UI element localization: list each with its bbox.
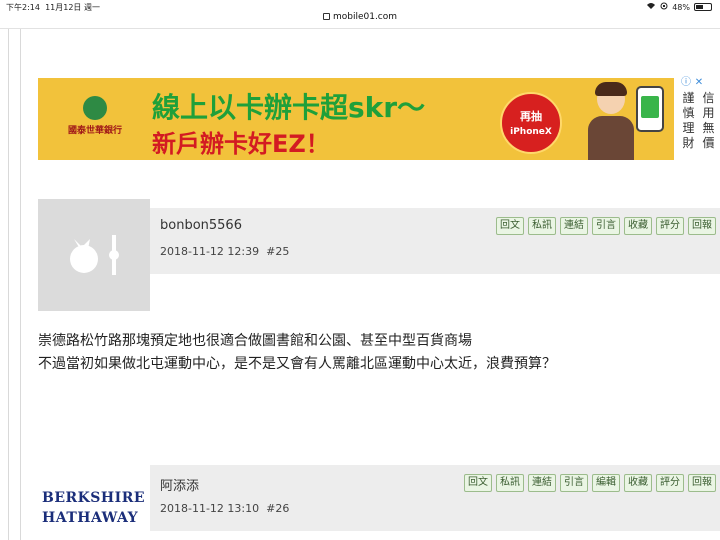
person-body bbox=[588, 116, 634, 160]
post-body: 崇德路松竹路那塊預定地也很適合做圖書館和公園、甚至中型百貨商場 不過當初如果做北… bbox=[38, 330, 698, 376]
bank-name: 國泰世華銀行 bbox=[67, 126, 122, 136]
post-datetime: 2018-11-12 13:10 bbox=[160, 502, 260, 515]
ad-side-text: 謹慎理財 信用無價 bbox=[679, 91, 719, 151]
message-button[interactable]: 私訊 bbox=[496, 474, 524, 492]
avatar[interactable]: BERKSHIRE HATHAWAY bbox=[38, 480, 150, 540]
status-date: 11月12日 週一 bbox=[45, 3, 100, 12]
ad-info-icons: ⓘ ✕ bbox=[679, 78, 719, 88]
ad-banner[interactable]: 國泰世華銀行 線上以卡辦卡超skr～ 新戶辦卡好EZ！ 再抽 iPhoneX bbox=[38, 78, 674, 160]
default-avatar-icon bbox=[70, 235, 119, 275]
report-button[interactable]: 回報 bbox=[688, 474, 716, 492]
logo-line: HATHAWAY bbox=[42, 510, 139, 526]
address-bar[interactable]: mobile01.com bbox=[0, 12, 720, 28]
post-line: 崇德路松竹路那塊預定地也很適合做圖書館和公園、甚至中型百貨商場 bbox=[38, 333, 472, 349]
post-line: 不過當初如果做北屯運動中心，是不是又會有人罵離北區運動中心太近，浪費預算？ bbox=[38, 356, 556, 372]
post-floor[interactable]: #25 bbox=[266, 245, 289, 258]
post-username[interactable]: bonbon5566 bbox=[160, 218, 242, 233]
toolbar-divider bbox=[0, 28, 720, 29]
post-floor[interactable]: #26 bbox=[266, 502, 289, 515]
battery-percent: 48% bbox=[672, 2, 690, 12]
status-time: 下午2:14 bbox=[6, 3, 40, 12]
post-actions: 回文 私訊 連結 引言 收藏 評分 回報 bbox=[496, 217, 716, 235]
battery-fill bbox=[696, 5, 703, 9]
post-datetime: 2018-11-12 12:39 bbox=[160, 245, 260, 258]
person-hair bbox=[595, 82, 627, 96]
phone-screen bbox=[641, 96, 659, 118]
report-button[interactable]: 回報 bbox=[688, 217, 716, 235]
ad-subline: 新戶辦卡好EZ！ bbox=[152, 130, 330, 158]
wifi-icon bbox=[646, 2, 656, 12]
phone-illustration-icon bbox=[636, 86, 664, 132]
berkshire-hathaway-logo: BERKSHIRE HATHAWAY bbox=[42, 488, 145, 528]
post-meta: 2018-11-12 13:10 #26 bbox=[160, 502, 289, 515]
page-left-border bbox=[8, 29, 9, 540]
status-bar: 下午2:14 11月12日 週一 48% bbox=[0, 0, 720, 12]
quote-button[interactable]: 引言 bbox=[560, 474, 588, 492]
battery-icon bbox=[694, 3, 712, 11]
bank-logo: 國泰世華銀行 bbox=[50, 96, 140, 150]
favorite-button[interactable]: 收藏 bbox=[624, 217, 652, 235]
quote-button[interactable]: 引言 bbox=[592, 217, 620, 235]
rate-button[interactable]: 評分 bbox=[656, 474, 684, 492]
post-username[interactable]: 阿添添 bbox=[160, 475, 199, 494]
favorite-button[interactable]: 收藏 bbox=[624, 474, 652, 492]
tree-logo-icon bbox=[83, 96, 107, 120]
page-left-border-inner bbox=[20, 29, 21, 540]
post-meta: 2018-11-12 12:39 #25 bbox=[160, 245, 289, 258]
rate-button[interactable]: 評分 bbox=[656, 217, 684, 235]
ad-info-panel: ⓘ ✕ 謹慎理財 信用無價 bbox=[679, 78, 719, 160]
url-text: mobile01.com bbox=[332, 12, 398, 22]
ad-badge: 再抽 iPhoneX bbox=[500, 92, 562, 154]
link-button[interactable]: 連結 bbox=[528, 474, 556, 492]
ad-close-icon[interactable]: ✕ bbox=[694, 78, 704, 88]
post-header: bonbon5566 2018-11-12 12:39 #25 回文 私訊 連結… bbox=[150, 208, 720, 274]
post-actions: 回文 私訊 連結 引言 編輯 收藏 評分 回報 bbox=[464, 474, 716, 492]
edit-button[interactable]: 編輯 bbox=[592, 474, 620, 492]
ad-info-icon[interactable]: ⓘ bbox=[681, 78, 691, 88]
ad-person-illustration bbox=[588, 82, 634, 160]
logo-line: BERKSHIRE bbox=[42, 490, 145, 506]
message-button[interactable]: 私訊 bbox=[528, 217, 556, 235]
lock-icon bbox=[322, 13, 330, 20]
reply-button[interactable]: 回文 bbox=[464, 474, 492, 492]
avatar[interactable] bbox=[38, 199, 150, 311]
orientation-lock-icon bbox=[660, 2, 668, 12]
status-right: 48% bbox=[646, 2, 712, 12]
post-header: 阿添添 2018-11-12 13:10 #26 回文 私訊 連結 引言 編輯 … bbox=[150, 465, 720, 531]
badge-top: 再抽 bbox=[520, 110, 542, 123]
badge-bottom: iPhoneX bbox=[510, 127, 552, 137]
reply-button[interactable]: 回文 bbox=[496, 217, 524, 235]
ad-side-text-col: 謹慎理財 bbox=[682, 91, 695, 150]
link-button[interactable]: 連結 bbox=[560, 217, 588, 235]
ad-headline: 線上以卡辦卡超skr～ bbox=[152, 91, 426, 124]
ad-side-text-col: 信用無價 bbox=[702, 91, 715, 150]
